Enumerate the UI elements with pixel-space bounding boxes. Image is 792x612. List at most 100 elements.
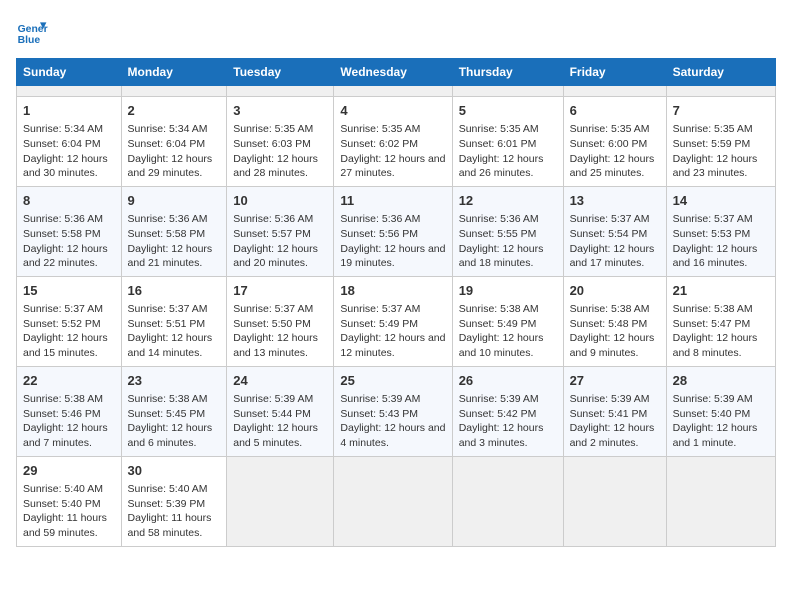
calendar-cell — [334, 456, 452, 546]
sunrise-text: Sunrise: 5:36 AM — [233, 213, 313, 225]
sunrise-text: Sunrise: 5:35 AM — [340, 123, 420, 135]
calendar-week-2: 1 Sunrise: 5:34 AM Sunset: 6:04 PM Daylight… — [17, 97, 776, 187]
sunrise-text: Sunrise: 5:35 AM — [459, 123, 539, 135]
sunrise-text: Sunrise: 5:38 AM — [128, 393, 208, 405]
daylight-text: Daylight: 12 hours and 2 minutes. — [570, 422, 655, 449]
sunset-text: Sunset: 5:57 PM — [233, 228, 311, 240]
sunrise-text: Sunrise: 5:39 AM — [340, 393, 420, 405]
logo-icon: General Blue — [16, 16, 48, 48]
sunset-text: Sunset: 6:03 PM — [233, 138, 311, 150]
sunrise-text: Sunrise: 5:37 AM — [340, 303, 420, 315]
calendar-cell: 9Sunrise: 5:36 AMSunset: 5:58 PMDaylight… — [121, 186, 227, 276]
sunset-text: Sunset: 5:44 PM — [233, 408, 311, 420]
sunset-text: Sunset: 5:55 PM — [459, 228, 537, 240]
sunset-text: Sunset: 6:04 PM — [23, 138, 101, 150]
day-number: 20 — [570, 282, 660, 300]
day-number: 29 — [23, 462, 115, 480]
calendar-cell: 16Sunrise: 5:37 AMSunset: 5:51 PMDayligh… — [121, 276, 227, 366]
sunset-text: Sunset: 6:02 PM — [340, 138, 418, 150]
calendar-cell — [666, 86, 775, 97]
day-number: 18 — [340, 282, 445, 300]
calendar-cell: 27Sunrise: 5:39 AMSunset: 5:41 PMDayligh… — [563, 366, 666, 456]
daylight-text: Daylight: 12 hours and 22 minutes. — [23, 243, 108, 270]
daylight-text: Daylight: 12 hours and 13 minutes. — [233, 332, 318, 359]
calendar-cell: 5Sunrise: 5:35 AMSunset: 6:01 PMDaylight… — [452, 97, 563, 187]
header-day-tuesday: Tuesday — [227, 59, 334, 86]
sunset-text: Sunset: 5:40 PM — [23, 498, 101, 510]
sunset-text: Sunset: 5:49 PM — [459, 318, 537, 330]
sunset-text: Sunset: 5:59 PM — [673, 138, 751, 150]
header-day-friday: Friday — [563, 59, 666, 86]
daylight-text: Daylight: 12 hours and 27 minutes. — [340, 153, 445, 180]
calendar-cell: 11Sunrise: 5:36 AMSunset: 5:56 PMDayligh… — [334, 186, 452, 276]
calendar-cell — [563, 456, 666, 546]
sunset-text: Sunset: 5:46 PM — [23, 408, 101, 420]
sunrise-text: Sunrise: 5:39 AM — [570, 393, 650, 405]
sunset-text: Sunset: 5:58 PM — [128, 228, 206, 240]
sunrise-text: Sunrise: 5:37 AM — [23, 303, 103, 315]
calendar-cell: 19Sunrise: 5:38 AMSunset: 5:49 PMDayligh… — [452, 276, 563, 366]
day-number: 23 — [128, 372, 221, 390]
calendar-cell: 4Sunrise: 5:35 AMSunset: 6:02 PMDaylight… — [334, 97, 452, 187]
sunset-text: Sunset: 5:56 PM — [340, 228, 418, 240]
daylight-text: Daylight: 12 hours and 9 minutes. — [570, 332, 655, 359]
daylight-text: Daylight: 12 hours and 10 minutes. — [459, 332, 544, 359]
header-day-wednesday: Wednesday — [334, 59, 452, 86]
calendar-cell — [666, 456, 775, 546]
svg-text:Blue: Blue — [18, 35, 41, 46]
calendar-cell: 23Sunrise: 5:38 AMSunset: 5:45 PMDayligh… — [121, 366, 227, 456]
header-day-thursday: Thursday — [452, 59, 563, 86]
calendar-cell: 10Sunrise: 5:36 AMSunset: 5:57 PMDayligh… — [227, 186, 334, 276]
calendar-cell: 20Sunrise: 5:38 AMSunset: 5:48 PMDayligh… — [563, 276, 666, 366]
day-number: 25 — [340, 372, 445, 390]
calendar-cell: 3Sunrise: 5:35 AMSunset: 6:03 PMDaylight… — [227, 97, 334, 187]
day-number: 26 — [459, 372, 557, 390]
sunrise-text: Sunrise: 5:38 AM — [673, 303, 753, 315]
calendar-cell: 15Sunrise: 5:37 AMSunset: 5:52 PMDayligh… — [17, 276, 122, 366]
page-header: General Blue — [16, 16, 776, 48]
sunrise-text: Sunrise: 5:35 AM — [570, 123, 650, 135]
day-number: 1 — [23, 102, 115, 120]
day-number: 17 — [233, 282, 327, 300]
sunrise-text: Sunrise: 5:39 AM — [233, 393, 313, 405]
calendar-cell — [17, 86, 122, 97]
day-number: 14 — [673, 192, 769, 210]
sunrise-text: Sunrise: 5:34 AM — [23, 123, 103, 135]
daylight-text: Daylight: 12 hours and 8 minutes. — [673, 332, 758, 359]
calendar-cell: 26Sunrise: 5:39 AMSunset: 5:42 PMDayligh… — [452, 366, 563, 456]
sunset-text: Sunset: 6:04 PM — [128, 138, 206, 150]
sunrise-text: Sunrise: 5:38 AM — [23, 393, 103, 405]
sunrise-text: Sunrise: 5:37 AM — [570, 213, 650, 225]
day-number: 16 — [128, 282, 221, 300]
calendar-cell — [452, 86, 563, 97]
calendar-cell: 21Sunrise: 5:38 AMSunset: 5:47 PMDayligh… — [666, 276, 775, 366]
daylight-text: Daylight: 12 hours and 25 minutes. — [570, 153, 655, 180]
daylight-text: Daylight: 11 hours and 58 minutes. — [128, 512, 212, 539]
calendar-cell: 1Sunrise: 5:34 AMSunset: 6:04 PMDaylight… — [17, 97, 122, 187]
sunrise-text: Sunrise: 5:37 AM — [673, 213, 753, 225]
day-number: 10 — [233, 192, 327, 210]
daylight-text: Daylight: 12 hours and 1 minute. — [673, 422, 758, 449]
day-number: 15 — [23, 282, 115, 300]
calendar-cell: 30Sunrise: 5:40 AMSunset: 5:39 PMDayligh… — [121, 456, 227, 546]
calendar-cell — [452, 456, 563, 546]
day-number: 3 — [233, 102, 327, 120]
daylight-text: Daylight: 12 hours and 7 minutes. — [23, 422, 108, 449]
sunset-text: Sunset: 5:48 PM — [570, 318, 648, 330]
daylight-text: Daylight: 12 hours and 26 minutes. — [459, 153, 544, 180]
sunrise-text: Sunrise: 5:36 AM — [340, 213, 420, 225]
calendar-week-6: 29Sunrise: 5:40 AMSunset: 5:40 PMDayligh… — [17, 456, 776, 546]
daylight-text: Daylight: 12 hours and 4 minutes. — [340, 422, 445, 449]
day-number: 6 — [570, 102, 660, 120]
header-day-sunday: Sunday — [17, 59, 122, 86]
calendar-cell: 18Sunrise: 5:37 AMSunset: 5:49 PMDayligh… — [334, 276, 452, 366]
daylight-text: Daylight: 12 hours and 14 minutes. — [128, 332, 213, 359]
header-day-monday: Monday — [121, 59, 227, 86]
sunrise-text: Sunrise: 5:36 AM — [128, 213, 208, 225]
calendar-cell: 6Sunrise: 5:35 AMSunset: 6:00 PMDaylight… — [563, 97, 666, 187]
sunrise-text: Sunrise: 5:35 AM — [673, 123, 753, 135]
daylight-text: Daylight: 12 hours and 16 minutes. — [673, 243, 758, 270]
sunset-text: Sunset: 5:39 PM — [128, 498, 206, 510]
calendar-cell: 22Sunrise: 5:38 AMSunset: 5:46 PMDayligh… — [17, 366, 122, 456]
sunrise-text: Sunrise: 5:36 AM — [459, 213, 539, 225]
